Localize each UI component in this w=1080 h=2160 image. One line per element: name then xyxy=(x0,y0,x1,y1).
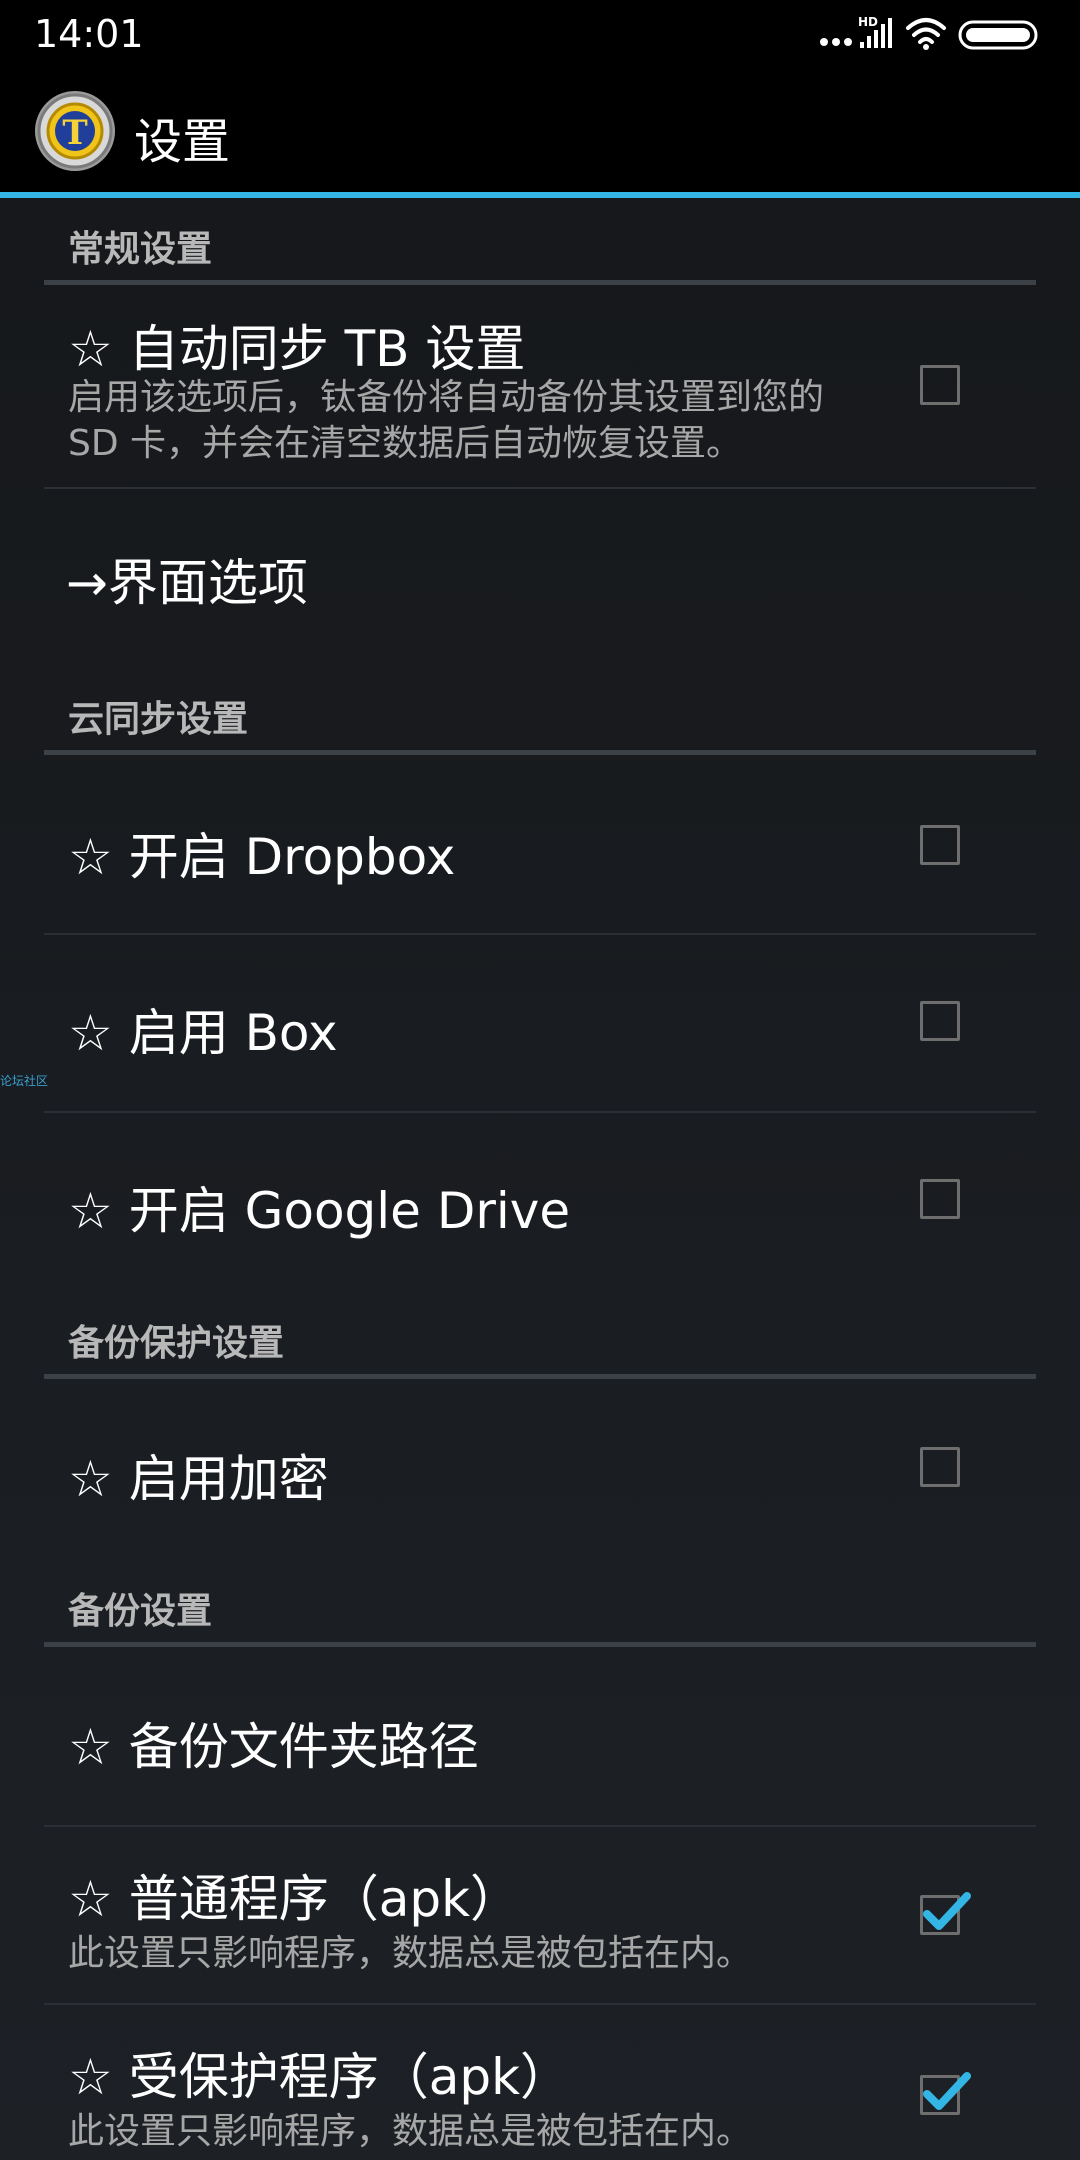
dropbox-title: ☆ 开启 Dropbox xyxy=(68,828,456,886)
interface-options-row[interactable]: →界面选项 xyxy=(0,489,1080,665)
protected-apk-title: ☆ 受保护程序（apk） xyxy=(68,2048,571,2106)
checkmark-icon xyxy=(923,1892,971,1930)
apk-checkbox[interactable] xyxy=(920,1892,971,1935)
action-bar: T 设置 xyxy=(0,66,1080,192)
box-title: ☆ 启用 Box xyxy=(68,1004,338,1062)
auto-sync-title: ☆ 自动同步 TB 设置 xyxy=(68,320,526,378)
auto-sync-summary: 启用该选项后，钛备份将自动备份其设置到您的 SD 卡，并会在清空数据后自动恢复设… xyxy=(68,377,825,464)
apk-setting-row[interactable]: ☆ 普通程序（apk） 此设置只影响程序，数据总是被包括在内。 xyxy=(0,1827,1080,2003)
encryption-checkbox[interactable] xyxy=(920,1447,960,1487)
section-header-cloud: 云同步设置 xyxy=(68,699,249,740)
more-dots-icon xyxy=(820,38,852,46)
backup-folder-title: ☆ 备份文件夹路径 xyxy=(68,1718,479,1776)
section-header-protection: 备份保护设置 xyxy=(68,1323,285,1364)
encryption-title: ☆ 启用加密 xyxy=(68,1450,329,1508)
status-time: 14:01 xyxy=(34,12,144,56)
encryption-setting-row[interactable]: ☆ 启用加密 xyxy=(0,1379,1080,1555)
box-setting-row[interactable]: ☆ 启用 Box xyxy=(0,935,1080,1111)
google-drive-title: ☆ 开启 Google Drive xyxy=(68,1182,571,1240)
checkmark-icon xyxy=(923,2072,971,2110)
watermark-text: 论坛社区 xyxy=(0,1074,49,1088)
dropbox-setting-row[interactable]: ☆ 开启 Dropbox xyxy=(0,755,1080,931)
section-header-backup: 备份设置 xyxy=(68,1591,213,1632)
status-icons: HD xyxy=(816,14,1046,54)
apk-summary: 此设置只影响程序，数据总是被包括在内。 xyxy=(68,1933,753,1974)
settings-list[interactable]: 常规设置 ☆ 自动同步 TB 设置 启用该选项后，钛备份将自动备份其设置到您的 … xyxy=(0,198,1080,2160)
status-bar: 14:01 HD xyxy=(0,0,1080,66)
google-drive-setting-row[interactable]: ☆ 开启 Google Drive xyxy=(0,1113,1080,1289)
apk-title: ☆ 普通程序（apk） xyxy=(68,1870,521,1928)
titanium-backup-logo-icon[interactable]: T xyxy=(32,88,118,174)
battery-icon xyxy=(958,20,1038,50)
backup-folder-row[interactable]: ☆ 备份文件夹路径 xyxy=(0,1647,1080,1823)
page-title: 设置 xyxy=(134,114,231,170)
network-type-label: HD xyxy=(858,15,878,29)
interface-options-title: →界面选项 xyxy=(66,554,308,612)
box-checkbox[interactable] xyxy=(920,1001,960,1041)
wifi-icon xyxy=(906,18,946,44)
logo-letter: T xyxy=(62,113,87,153)
auto-sync-checkbox[interactable] xyxy=(920,365,960,405)
auto-sync-setting-row[interactable]: ☆ 自动同步 TB 设置 启用该选项后，钛备份将自动备份其设置到您的 SD 卡，… xyxy=(0,285,1080,485)
google-drive-checkbox[interactable] xyxy=(920,1179,960,1219)
protected-apk-summary: 此设置只影响程序，数据总是被包括在内。 xyxy=(68,2111,753,2152)
dropbox-checkbox[interactable] xyxy=(920,825,960,865)
protected-apk-checkbox[interactable] xyxy=(920,2072,971,2115)
section-header-general: 常规设置 xyxy=(68,229,213,270)
protected-apk-setting-row[interactable]: ☆ 受保护程序（apk） 此设置只影响程序，数据总是被包括在内。 xyxy=(0,2005,1080,2160)
